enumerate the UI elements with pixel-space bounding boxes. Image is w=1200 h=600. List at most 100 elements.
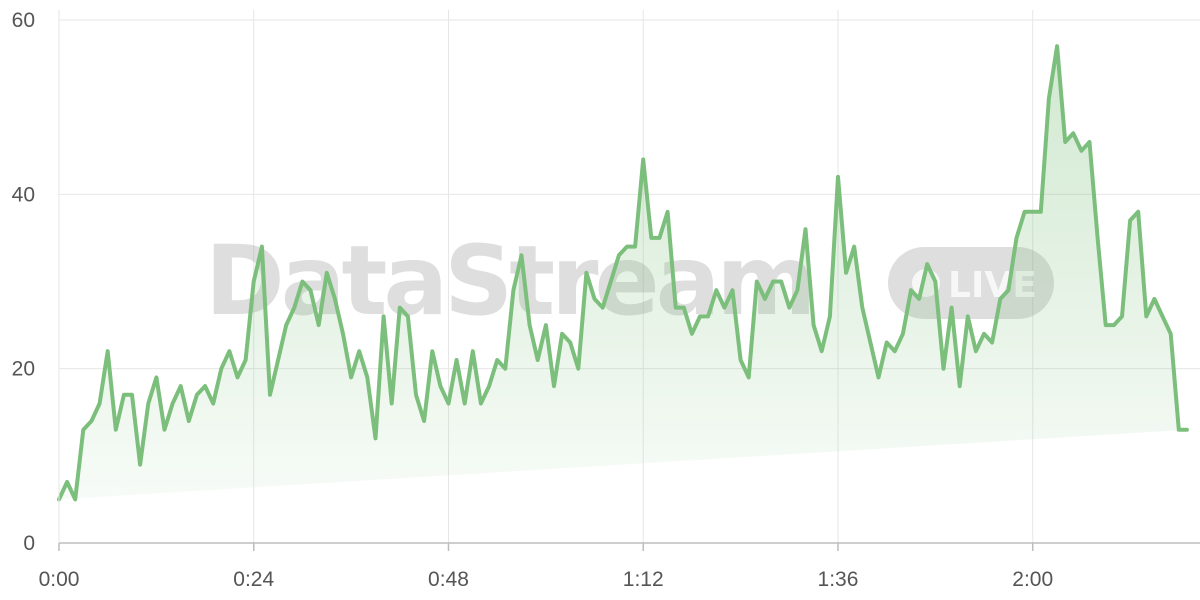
data-point: [601, 306, 605, 310]
data-point: [268, 393, 272, 397]
data-point: [804, 227, 808, 231]
data-point: [276, 358, 280, 362]
data-point: [317, 323, 321, 327]
data-point: [893, 349, 897, 353]
data-point: [292, 306, 296, 310]
data-point: [349, 375, 353, 379]
data-point: [203, 384, 207, 388]
data-point: [584, 271, 588, 275]
data-point: [739, 358, 743, 362]
data-point: [1047, 96, 1051, 100]
data-point: [763, 297, 767, 301]
data-point: [65, 480, 69, 484]
x-tick-label: 1:12: [623, 568, 664, 591]
data-point: [966, 314, 970, 318]
data-point: [536, 358, 540, 362]
data-point: [649, 236, 653, 240]
data-point: [625, 245, 629, 249]
data-point: [658, 236, 662, 240]
data-point: [382, 314, 386, 318]
data-point: [982, 332, 986, 336]
data-point: [1104, 323, 1108, 327]
data-point: [1088, 140, 1092, 144]
data-point: [844, 271, 848, 275]
data-point: [130, 393, 134, 397]
data-point: [1071, 131, 1075, 135]
data-point: [641, 158, 645, 162]
x-tick-label: 0:00: [39, 568, 80, 591]
data-point: [122, 393, 126, 397]
data-point: [1055, 44, 1059, 48]
data-point: [950, 306, 954, 310]
data-point: [1120, 314, 1124, 318]
data-point: [179, 384, 183, 388]
y-tick-label: 60: [12, 9, 35, 32]
data-point: [1063, 140, 1067, 144]
data-point: [503, 367, 507, 371]
data-point: [1169, 332, 1173, 336]
data-point: [309, 288, 313, 292]
data-point: [252, 280, 256, 284]
data-point: [73, 497, 77, 501]
data-point: [609, 280, 613, 284]
data-point: [812, 323, 816, 327]
data-point: [438, 384, 442, 388]
data-point: [211, 402, 215, 406]
data-point: [114, 428, 118, 432]
data-point: [674, 306, 678, 310]
data-point: [146, 402, 150, 406]
data-point: [260, 245, 264, 249]
data-point: [852, 245, 856, 249]
x-tick-label: 0:24: [233, 568, 274, 591]
data-point: [544, 323, 548, 327]
data-point: [195, 393, 199, 397]
data-point: [357, 349, 361, 353]
data-point: [885, 341, 889, 345]
data-point: [1152, 297, 1156, 301]
data-point: [171, 402, 175, 406]
data-point: [1039, 210, 1043, 214]
data-point: [511, 288, 515, 292]
data-point: [90, 419, 94, 423]
data-point: [787, 306, 791, 310]
data-point: [795, 288, 799, 292]
data-point: [300, 280, 304, 284]
data-point: [868, 341, 872, 345]
data-point: [1096, 236, 1100, 240]
y-tick-label: 20: [12, 358, 35, 381]
data-point: [576, 367, 580, 371]
data-point: [1128, 219, 1132, 223]
data-point: [933, 280, 937, 284]
data-point: [714, 288, 718, 292]
data-point: [1112, 323, 1116, 327]
data-point: [520, 253, 524, 257]
data-point: [917, 297, 921, 301]
y-tick-label: 0: [23, 532, 35, 555]
data-point: [771, 280, 775, 284]
data-point: [487, 384, 491, 388]
data-point: [1015, 236, 1019, 240]
data-point: [1177, 428, 1181, 432]
data-point: [633, 245, 637, 249]
data-point: [463, 402, 467, 406]
y-tick-label: 40: [12, 183, 35, 206]
data-point: [722, 306, 726, 310]
data-point: [479, 402, 483, 406]
data-point: [430, 349, 434, 353]
data-point: [1193, 0, 1197, 2]
data-point: [1006, 288, 1010, 292]
data-point: [325, 271, 329, 275]
data-point: [227, 349, 231, 353]
data-point: [455, 358, 459, 362]
data-point: [820, 349, 824, 353]
data-point: [666, 210, 670, 214]
data-point: [471, 349, 475, 353]
data-point: [106, 349, 110, 353]
data-point: [877, 375, 881, 379]
data-point: [682, 306, 686, 310]
data-point: [154, 375, 158, 379]
data-point: [901, 332, 905, 336]
data-point: [414, 393, 418, 397]
data-point: [98, 402, 102, 406]
data-point: [698, 314, 702, 318]
